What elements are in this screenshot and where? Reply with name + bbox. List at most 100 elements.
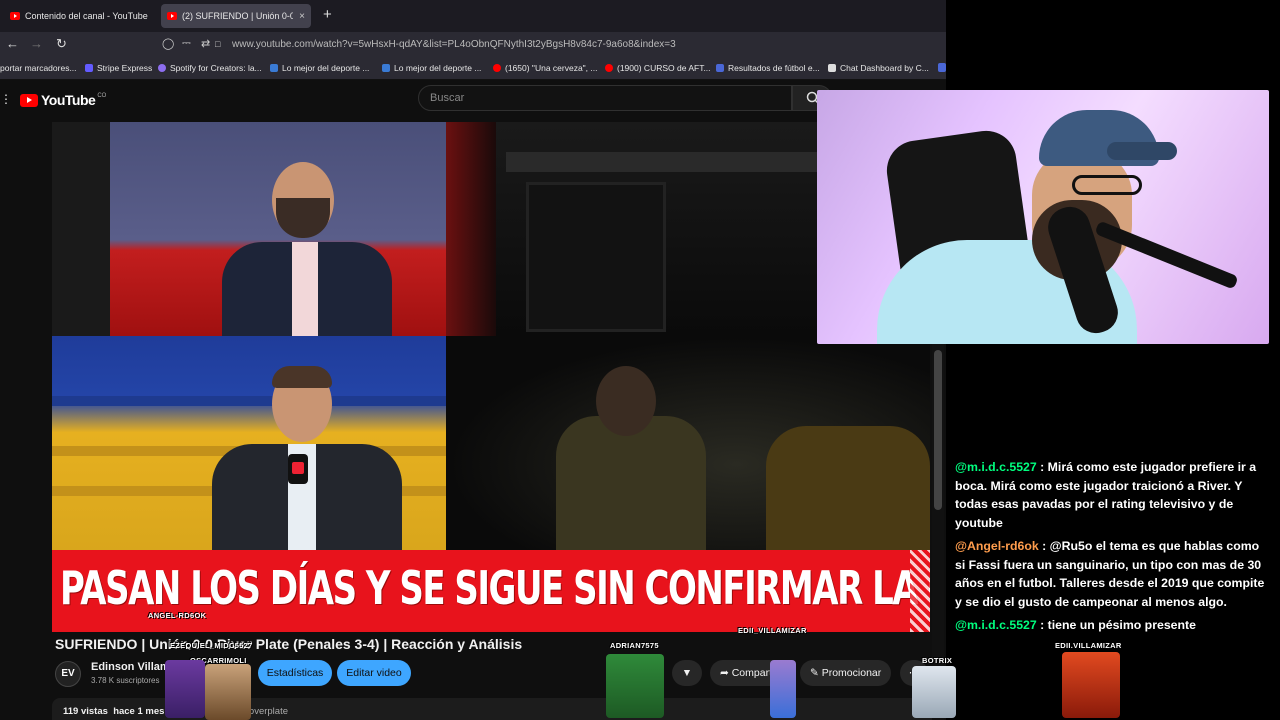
search-input[interactable]: Buscar <box>418 85 792 111</box>
banner-edge <box>910 550 930 632</box>
tab-label: Contenido del canal - YouTube <box>25 11 148 21</box>
view-count: 119 vistas <box>63 706 108 717</box>
tab-label: (2) SUFRIENDO | Unión 0-0 River <box>182 11 294 21</box>
bookmark-import[interactable]: portar marcadores... <box>0 63 77 73</box>
bookmark-label: Chat Dashboard by C... <box>840 63 929 73</box>
bookmark-icon <box>270 64 278 72</box>
video-panel-studio <box>52 122 446 336</box>
country-code: CO <box>97 93 107 99</box>
new-tab-button[interactable]: + <box>323 6 332 23</box>
bookmark-label: Spotify for Creators: la... <box>170 63 262 73</box>
close-tab-icon[interactable]: × <box>293 11 305 22</box>
bookmark-overflow-icon[interactable] <box>938 63 946 72</box>
youtube-icon <box>493 64 501 72</box>
bookmark-label: Stripe Express <box>97 63 153 73</box>
overlay-username: ANGEL-RD6OK <box>148 611 207 620</box>
character-sprite <box>1062 652 1120 718</box>
chat-username: @m.i.d.c.5527 <box>955 617 1037 632</box>
video-title: SUFRIENDO | Unión 0-0 River Plate (Penal… <box>55 636 523 652</box>
bookmark-deporte-2[interactable]: Lo mejor del deporte ... <box>382 63 481 73</box>
stream-chat: @m.i.d.c.5527 : Mirá como este jugador p… <box>955 458 1267 638</box>
url-field[interactable]: www.youtube.com/watch?v=5wHsxH-qdAY&list… <box>232 39 676 50</box>
youtube-logo-text: YouTube <box>41 92 96 108</box>
host-beard <box>276 198 330 238</box>
reload-icon[interactable]: ↻ <box>56 36 67 52</box>
bookmark-cerveza[interactable]: (1650) "Una cerveza", ... <box>493 63 598 73</box>
bookmark-curso[interactable]: (1900) CURSO de AFT... <box>605 63 711 73</box>
close-tab-icon[interactable]: × <box>148 11 155 22</box>
permissions-icon[interactable]: ⇄ <box>201 37 210 50</box>
share-icon: ➦ <box>720 667 732 679</box>
overlay-username: EDII.VILLAMIZAR <box>1055 641 1122 650</box>
subscriber-count: 3.78 K suscriptores <box>91 676 160 685</box>
glasses <box>1072 175 1142 195</box>
menu-icon[interactable]: ⋮ <box>0 92 12 106</box>
bookmark-label: Lo mejor del deporte ... <box>394 63 482 73</box>
youtube-favicon-icon <box>10 12 20 20</box>
bookmark-icon <box>828 64 836 72</box>
video-player[interactable]: PASAN LOS DÍAS Y SE SIGUE SIN CONFIRMAR … <box>52 122 930 632</box>
bookmark-spotify[interactable]: Spotify for Creators: la... <box>158 63 262 73</box>
cap-brim <box>1107 142 1177 160</box>
video-panel-reporter <box>52 336 446 550</box>
bookmark-resultados[interactable]: Resultados de fútbol e... <box>716 63 820 73</box>
headline-text: PASAN LOS DÍAS Y SE SIGUE SIN CONFIRMAR … <box>60 562 930 616</box>
overlay-username: ADRIAN7575 <box>610 641 659 650</box>
youtube-header: ⋮ YouTube CO Buscar <box>0 80 946 118</box>
tab-video[interactable]: (2) SUFRIENDO | Unión 0-0 River × <box>161 4 311 28</box>
tab-channel-content[interactable]: Contenido del canal - YouTube × <box>4 4 154 28</box>
tab-bar: Contenido del canal - YouTube × (2) SUFR… <box>0 0 946 32</box>
character-sprite <box>606 654 664 718</box>
bookmark-deporte-1[interactable]: Lo mejor del deporte ... <box>270 63 369 73</box>
spotify-icon <box>158 64 166 72</box>
bookmark-icon <box>382 64 390 72</box>
webcam-feed <box>817 90 1269 344</box>
youtube-icon <box>605 64 613 72</box>
shield-icon[interactable]: ◯ <box>162 37 174 50</box>
scrollbar-thumb[interactable] <box>934 350 942 510</box>
page-info-icon[interactable]: □ <box>215 39 220 49</box>
character-sprite <box>205 664 251 720</box>
chat-message: @Angel-rd6ok : @Ru5o el tema es que habl… <box>955 537 1267 612</box>
youtube-logo[interactable]: YouTube CO <box>20 92 106 108</box>
navigation-bar: ← → ↻ ◯ ⎓ ⇄ □ www.youtube.com/watch?v=5w… <box>0 32 946 58</box>
bookmark-stripe[interactable]: Stripe Express <box>85 63 152 73</box>
player-figure <box>766 426 930 550</box>
host-figure <box>222 162 392 336</box>
bookmark-icon <box>716 64 724 72</box>
chat-separator: : <box>1042 538 1050 553</box>
edit-video-button[interactable]: Editar video <box>337 660 411 686</box>
back-arrow-icon[interactable]: ← <box>6 36 19 51</box>
character-sprite <box>165 660 205 718</box>
promote-button[interactable]: ✎ Promocionar <box>800 660 892 686</box>
megaphone-icon: ✎ <box>810 667 822 679</box>
promote-label: Promocionar <box>821 667 882 679</box>
lock-icon: ⎓ <box>182 37 191 49</box>
youtube-favicon-icon <box>167 12 177 20</box>
forward-arrow-icon[interactable]: → <box>30 36 43 51</box>
overlay-username: EZEQUIEL_MIDC5527 <box>170 641 253 650</box>
chat-username: @Angel-rd6ok <box>955 538 1039 553</box>
player-head <box>596 366 656 436</box>
chat-message: @m.i.d.c.5527 : tiene un pésimo presente <box>955 616 1267 635</box>
chat-separator: : <box>1040 617 1048 632</box>
dislike-button[interactable]: ▼ <box>672 660 702 686</box>
channel-avatar[interactable]: EV <box>55 661 81 687</box>
chat-username: @m.i.d.c.5527 <box>955 460 1037 474</box>
thumbs-down-icon: ▼ <box>681 667 693 679</box>
overlay-username: EDII_VILLAMIZAR <box>738 626 807 635</box>
bookmark-label: portar marcadores... <box>0 63 77 73</box>
host-shirt <box>292 242 318 336</box>
video-panel-players <box>446 336 930 550</box>
bookmark-label: (1650) "Una cerveza", ... <box>505 63 598 73</box>
player-figure <box>556 416 706 550</box>
bookmark-chat-dashboard[interactable]: Chat Dashboard by C... <box>828 63 929 73</box>
chat-text: tiene un pésimo presente <box>1047 617 1196 632</box>
overlay-username: BOTRIX <box>922 656 953 665</box>
tunnel-door <box>526 182 666 332</box>
stripe-icon <box>85 64 93 72</box>
bookmark-label: (1900) CURSO de AFT... <box>617 63 711 73</box>
chat-separator: : <box>1040 460 1048 474</box>
stats-button[interactable]: Estadísticas <box>258 660 332 686</box>
chat-message: @m.i.d.c.5527 : Mirá como este jugador p… <box>955 458 1267 533</box>
